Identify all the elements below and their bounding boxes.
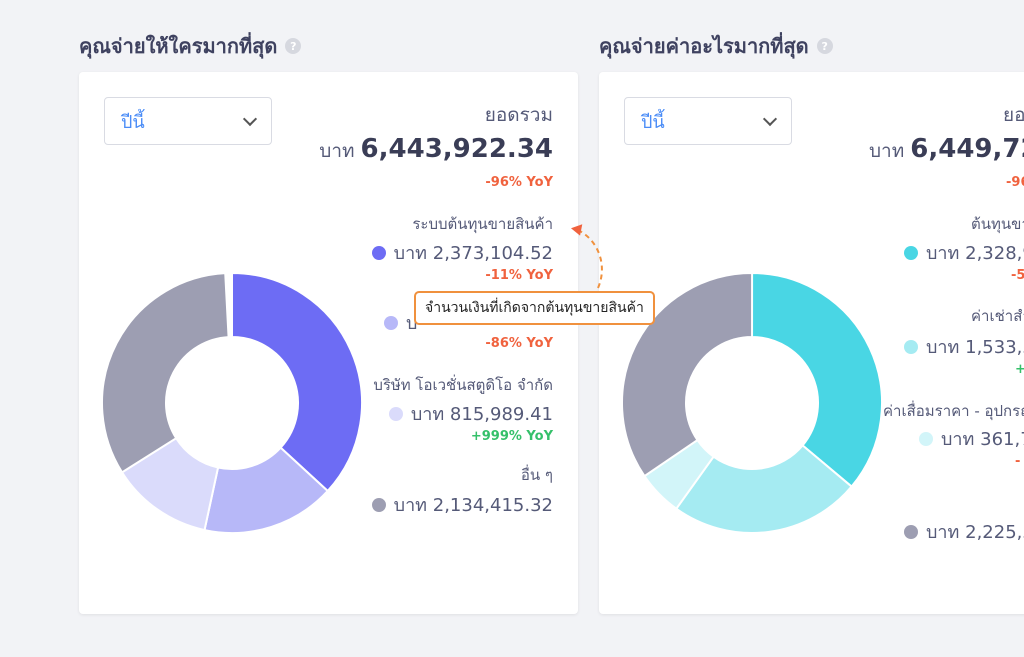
legend-dot — [919, 431, 933, 446]
left-legend-value-0: บาท 2,373,104.52 — [371, 238, 553, 267]
left-legend-amount-3: บาท 2,134,415.32 — [393, 495, 553, 516]
right-period-select[interactable]: ปีนี้ — [624, 97, 792, 145]
right-period-select-value: ปีนี้ — [641, 111, 665, 133]
left-legend-yoy-2: +999% YoY — [470, 429, 553, 444]
right-legend-amount-3: บาท 2,225,5 — [926, 522, 1024, 543]
left-period-select-value: ปีนี้ — [121, 111, 145, 133]
left-card: ปีนี้ ยอดรวม บาท 6,443,922.34 -96% YoY ระ… — [79, 72, 578, 614]
right-title-text: คุณจ่ายค่าอะไรมากที่สุด — [599, 34, 809, 58]
left-legend-value-1: บ — [384, 308, 417, 337]
left-total-value: บาท 6,443,922.34 — [319, 134, 553, 166]
left-title-text: คุณจ่ายให้ใครมากที่สุด — [79, 34, 278, 58]
left-legend-name-0: ระบบต้นทุนขายสินค้า — [412, 215, 553, 233]
question-circle-icon[interactable]: ? — [285, 38, 302, 54]
left-legend-value-2: บาท 815,989.41 — [388, 399, 553, 428]
left-total-label: ยอดรวม — [484, 104, 553, 126]
legend-dot — [388, 406, 403, 421]
right-donut-slice-0[interactable] — [751, 272, 883, 488]
right-legend-value-1: บาท 1,533,5 — [904, 332, 1024, 361]
right-legend-value-3: บาท 2,225,5 — [904, 517, 1024, 546]
right-total-value: บาท6,449,72 — [869, 134, 1024, 166]
right-total-label: ยอ — [1003, 104, 1024, 126]
left-legend-amount-2: บาท 815,989.41 — [410, 404, 553, 425]
left-total-amount: 6,443,922.34 — [360, 134, 553, 164]
question-circle-icon[interactable]: ? — [816, 38, 833, 54]
legend-dot — [904, 339, 918, 354]
chevron-down-icon — [242, 111, 258, 126]
right-legend-yoy-1: + — [1015, 362, 1024, 377]
left-legend-value-3: บาท 2,134,415.32 — [371, 490, 553, 519]
left-legend-name-2: บริษัท โอเวชั่นสตูดิโอ จำกัด — [373, 376, 553, 394]
right-total-currency: บาท — [869, 140, 905, 162]
right-legend-amount-1: บาท 1,533,5 — [926, 337, 1024, 358]
tooltip: จำนวนเงินที่เกิดจากต้นทุนขายสินค้า — [414, 291, 655, 325]
right-legend-amount-0: บาท 2,328,9 — [926, 243, 1024, 264]
left-donut-slice-3[interactable] — [101, 272, 230, 474]
legend-dot — [904, 245, 918, 260]
right-card: ปีนี้ ยอ บาท6,449,72 -96 ต้นทุนขา บาท 2,… — [599, 72, 1024, 614]
legend-dot — [371, 497, 386, 512]
right-total-yoy: -96 — [1006, 175, 1024, 190]
right-legend-value-2: บาท 361,7 — [919, 424, 1024, 453]
right-donut-chart[interactable] — [621, 272, 883, 534]
right-legend-name-0: ต้นทุนขา — [971, 215, 1024, 233]
left-legend-yoy-0: -11% YoY — [485, 268, 553, 283]
left-period-select[interactable]: ปีนี้ — [104, 97, 272, 145]
left-legend-amount-0: บาท 2,373,104.52 — [393, 243, 553, 264]
right-section-title: คุณจ่ายค่าอะไรมากที่สุด ? — [599, 30, 833, 62]
right-legend-amount-2: บาท 361,7 — [941, 429, 1024, 450]
left-donut-chart[interactable] — [101, 272, 363, 534]
right-legend-yoy-0: -5 — [1011, 268, 1024, 283]
chevron-down-icon — [762, 111, 778, 126]
left-section-title: คุณจ่ายให้ใครมากที่สุด ? — [79, 30, 302, 62]
right-legend-name-2: ค่าเสื่อมราคา - อุปกรณ — [883, 402, 1024, 420]
legend-dot — [371, 245, 386, 260]
left-legend-yoy-1: -86% YoY — [485, 336, 553, 351]
left-total-yoy: -96% YoY — [485, 175, 553, 190]
right-total-amount: 6,449,72 — [910, 134, 1024, 164]
right-legend-value-0: บาท 2,328,9 — [904, 238, 1024, 267]
right-legend-name-1: ค่าเช่าสำ — [971, 307, 1024, 325]
legend-dot — [384, 315, 398, 330]
left-legend-name-3: อื่น ๆ — [520, 466, 553, 484]
left-total-currency: บาท — [319, 140, 355, 162]
right-legend-yoy-2: - — [1015, 454, 1021, 469]
legend-dot — [904, 524, 918, 539]
annotation-arrow-icon — [570, 224, 603, 289]
left-donut-slice-0[interactable] — [231, 272, 363, 493]
